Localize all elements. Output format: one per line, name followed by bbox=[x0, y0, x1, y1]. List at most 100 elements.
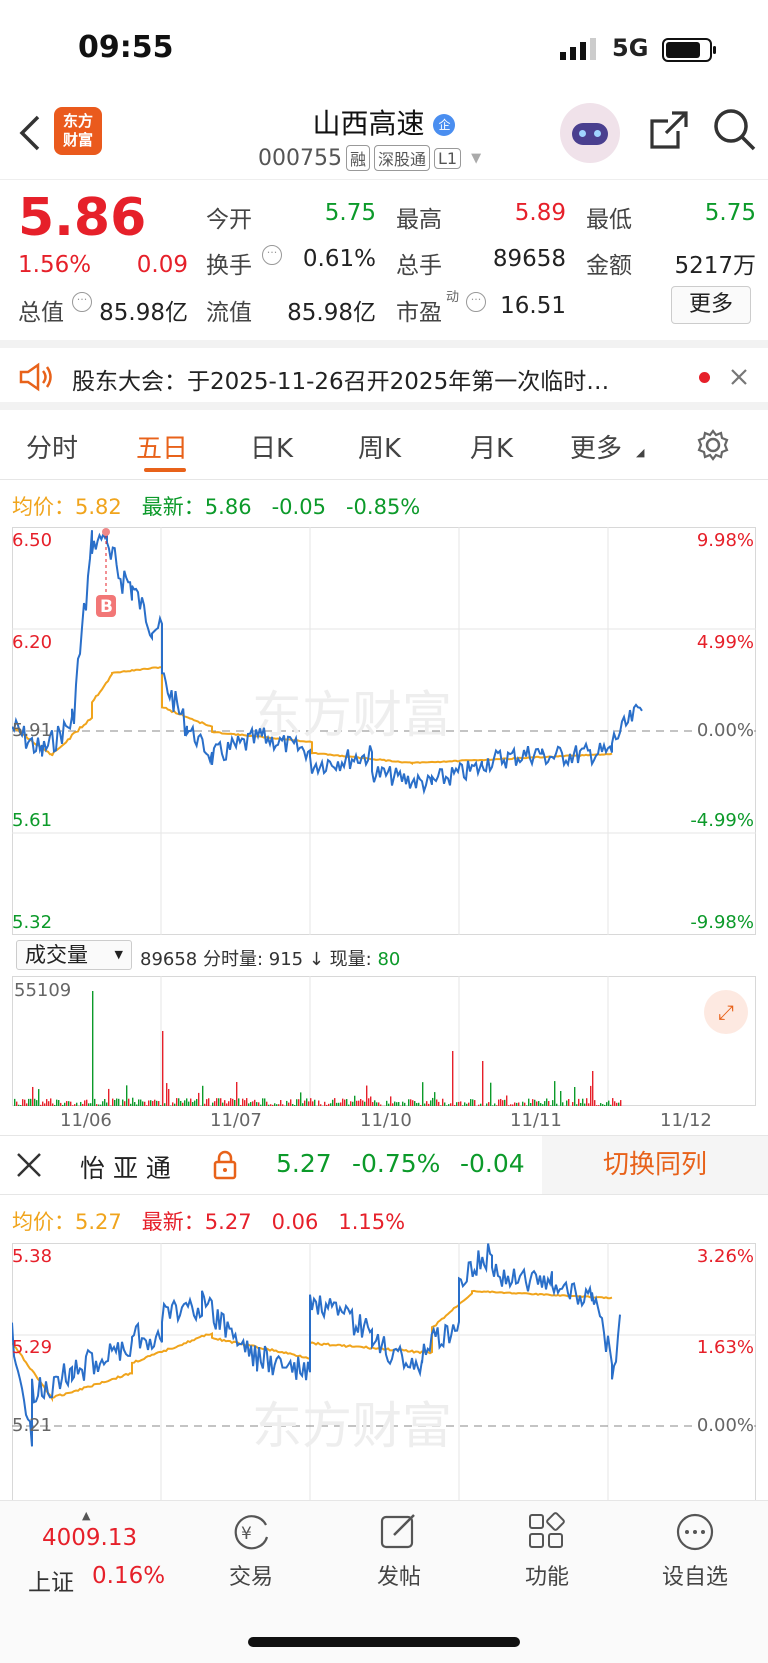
switch-compare-button[interactable]: 切换同列 bbox=[542, 1136, 768, 1194]
info-icon[interactable]: ··· bbox=[262, 245, 282, 265]
more-quote-button[interactable]: 更多 bbox=[671, 286, 751, 324]
volume-bar bbox=[538, 1101, 540, 1106]
volume-bar bbox=[590, 1085, 592, 1106]
volume-bar bbox=[468, 1102, 470, 1106]
volume-bar bbox=[258, 1102, 260, 1106]
stock-subtitle[interactable]: 000755 融 深股通 L1 ▼ bbox=[258, 145, 481, 171]
volume-bar bbox=[388, 1103, 390, 1106]
volume-bar bbox=[472, 1099, 474, 1106]
volume-bar bbox=[242, 1098, 244, 1106]
volume-bar bbox=[30, 1098, 32, 1106]
post-button[interactable]: 发帖 bbox=[354, 1511, 444, 1591]
volume-bar bbox=[150, 1100, 152, 1106]
volume-bar bbox=[496, 1105, 498, 1106]
close-compare-icon[interactable] bbox=[16, 1152, 42, 1178]
volume-bar bbox=[254, 1099, 256, 1106]
tab-more[interactable]: 更多 bbox=[570, 428, 622, 465]
volume-bar bbox=[386, 1100, 388, 1106]
volume-bar bbox=[130, 1103, 132, 1106]
volume-selector[interactable]: 成交量 ▼ bbox=[16, 940, 132, 970]
volume-bar bbox=[324, 1101, 326, 1106]
volume-bar bbox=[42, 1101, 44, 1106]
volume-chart[interactable] bbox=[12, 976, 756, 1106]
notice-bar[interactable]: 股东大会：于2025-11-26召开2025年第一次临时… bbox=[0, 340, 768, 410]
volume-bar bbox=[550, 1105, 552, 1106]
index-value[interactable]: 4009.13 bbox=[42, 1525, 137, 1551]
volume-bar bbox=[342, 1098, 344, 1106]
volume-bar bbox=[48, 1101, 50, 1106]
close-icon[interactable] bbox=[730, 368, 748, 386]
volume-bar bbox=[492, 1105, 494, 1106]
current-price: 5.86 bbox=[18, 188, 147, 248]
dropdown-icon[interactable]: ▼ bbox=[471, 151, 481, 166]
amount-label: 金额 bbox=[586, 253, 632, 279]
battery-icon bbox=[662, 38, 716, 62]
settings-icon[interactable] bbox=[696, 428, 730, 462]
volume-bar bbox=[544, 1101, 546, 1106]
volume-bar bbox=[70, 1101, 72, 1106]
volume-bar bbox=[182, 1102, 184, 1106]
tab-five-day[interactable]: 五日 bbox=[136, 428, 188, 465]
stock-code: 000755 bbox=[258, 145, 342, 171]
volume-bar bbox=[102, 1101, 104, 1106]
volume-bar bbox=[498, 1099, 500, 1106]
index-name[interactable]: 上证 bbox=[28, 1563, 74, 1597]
volume-bar bbox=[278, 1104, 280, 1106]
volume-bar bbox=[360, 1099, 362, 1106]
volume-bar bbox=[44, 1103, 46, 1106]
volume-bar bbox=[362, 1100, 364, 1106]
tab-intraday[interactable]: 分时 bbox=[26, 428, 78, 465]
info-icon[interactable]: ··· bbox=[72, 292, 92, 312]
volume-bar bbox=[560, 1091, 562, 1106]
expand-icon[interactable]: ⤢ bbox=[704, 990, 748, 1034]
volume-bar bbox=[584, 1103, 586, 1106]
volume-bar bbox=[268, 1104, 270, 1106]
high-label: 最高 bbox=[396, 207, 442, 233]
compare-stock-name: 怡 亚 通 bbox=[80, 1154, 171, 1183]
latest-label: 最新： bbox=[141, 1210, 205, 1234]
volume-bar bbox=[246, 1098, 248, 1106]
lock-icon[interactable] bbox=[212, 1150, 238, 1180]
volume-bar bbox=[186, 1098, 188, 1106]
volume-bar bbox=[208, 1098, 210, 1106]
function-button[interactable]: 功能 bbox=[502, 1511, 592, 1591]
volume-bar bbox=[398, 1102, 400, 1106]
volume-bar bbox=[236, 1081, 238, 1106]
volume-bar bbox=[518, 1102, 520, 1106]
volume-bar bbox=[376, 1102, 378, 1106]
volume-bar bbox=[248, 1103, 250, 1106]
trade-button[interactable]: ¥ 交易 bbox=[206, 1511, 296, 1591]
volume-bar bbox=[358, 1100, 360, 1106]
volume-bar bbox=[522, 1101, 524, 1106]
index-percent[interactable]: 0.16% bbox=[92, 1563, 165, 1589]
volume-bar bbox=[60, 1102, 62, 1106]
volume-bar bbox=[546, 1098, 548, 1106]
volume-bar bbox=[440, 1105, 442, 1106]
tab-monthly-k[interactable]: 月K bbox=[470, 428, 513, 465]
tag-margin: 融 bbox=[345, 145, 370, 171]
tab-daily-k[interactable]: 日K bbox=[250, 428, 293, 465]
volume-bar bbox=[380, 1104, 382, 1106]
volume-bar bbox=[276, 1104, 278, 1106]
add-watchlist-button[interactable]: 设自选 bbox=[650, 1511, 740, 1591]
volume-bar bbox=[222, 1102, 224, 1106]
compare-price-chart[interactable]: 东方财富 bbox=[12, 1243, 756, 1500]
volume-info-text: 89658 分时量: 915 ↓ 现量: bbox=[140, 949, 378, 970]
volume-bar bbox=[180, 1100, 182, 1106]
volume-bar bbox=[62, 1104, 64, 1106]
tab-weekly-k[interactable]: 周K bbox=[358, 428, 401, 465]
volume-bar bbox=[244, 1100, 246, 1106]
avg-value: 5.27 bbox=[75, 1210, 122, 1234]
volume-bar bbox=[74, 1104, 76, 1106]
volume-bar bbox=[416, 1103, 418, 1106]
volume-bar bbox=[394, 1101, 396, 1106]
volume-max-label: 55109 bbox=[14, 980, 72, 1001]
volume-bar bbox=[542, 1104, 544, 1106]
volume-bar bbox=[494, 1103, 496, 1106]
volume-bar bbox=[540, 1103, 542, 1106]
volume-bar bbox=[310, 1098, 312, 1106]
volume-bar bbox=[260, 1104, 262, 1106]
volume-bar bbox=[178, 1098, 180, 1106]
five-day-price-chart[interactable]: 东方财富 B bbox=[12, 527, 756, 935]
change-amount: 0.09 bbox=[136, 252, 188, 278]
